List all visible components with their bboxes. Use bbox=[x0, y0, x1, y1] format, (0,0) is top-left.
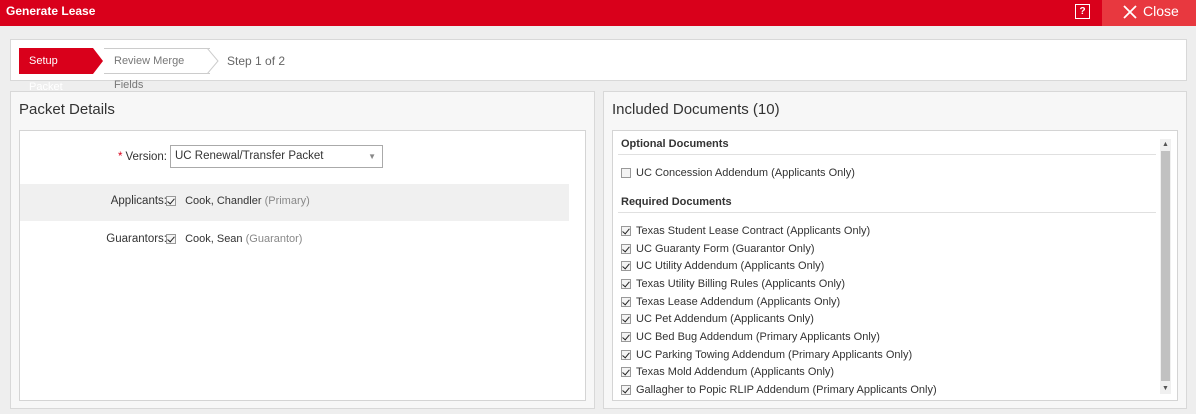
document-checkbox[interactable] bbox=[621, 332, 631, 343]
chevron-down-icon: ▼ bbox=[368, 152, 376, 161]
applicant-name: Cook, Chandler bbox=[185, 195, 262, 207]
step-arrow bbox=[93, 48, 103, 74]
step-counter: Step 1 of 2 bbox=[227, 54, 286, 68]
step-review-merge-fields[interactable]: Review Merge Fields bbox=[104, 48, 210, 91]
window-title: Generate Lease bbox=[6, 4, 96, 18]
document-item[interactable]: UC Parking Towing Addendum (Primary Appl… bbox=[621, 349, 912, 361]
document-label: Texas Student Lease Contract (Applicants… bbox=[636, 225, 871, 237]
document-label: Gallagher to Popic RLIP Addendum (Primar… bbox=[636, 384, 937, 396]
document-checkbox[interactable] bbox=[621, 226, 631, 237]
document-checkbox[interactable] bbox=[621, 279, 631, 290]
guarantors-label: Guarantors: bbox=[106, 233, 167, 245]
version-select[interactable]: UC Renewal/Transfer Packet ▼ bbox=[170, 145, 383, 168]
wizard-steps: Setup Packet Review Merge Fields Step 1 … bbox=[10, 39, 1187, 93]
packet-details-panel: Packet Details * Version: UC Renewal/Tran… bbox=[10, 91, 595, 409]
applicants-row: Applicants: Cook, Chandler (Primary) bbox=[20, 195, 585, 231]
version-label: * Version: bbox=[118, 151, 167, 163]
included-documents-panel: Included Documents (10) Optional Documen… bbox=[603, 91, 1187, 409]
document-item[interactable]: UC Pet Addendum (Applicants Only) bbox=[621, 313, 814, 325]
document-checkbox[interactable] bbox=[621, 385, 631, 396]
scroll-up-icon[interactable]: ▲ bbox=[1160, 139, 1171, 150]
document-item[interactable]: UC Guaranty Form (Guarantor Only) bbox=[621, 243, 815, 255]
document-item[interactable]: Gallagher to Popic RLIP Addendum (Primar… bbox=[621, 384, 937, 396]
applicants-label: Applicants: bbox=[110, 195, 167, 207]
close-button[interactable]: Close bbox=[1102, 0, 1196, 26]
document-label: UC Utility Addendum (Applicants Only) bbox=[636, 260, 825, 272]
packet-details-title: Packet Details bbox=[19, 101, 115, 118]
guarantor-name: Cook, Sean bbox=[185, 233, 243, 245]
required-marker: * bbox=[117, 151, 123, 163]
section-divider bbox=[618, 212, 1156, 213]
applicant-role: (Primary) bbox=[264, 195, 310, 207]
version-row: * Version: UC Renewal/Transfer Packet ▼ bbox=[20, 145, 585, 187]
title-bar: Generate Lease ? Close bbox=[0, 0, 1196, 26]
document-label: UC Guaranty Form (Guarantor Only) bbox=[636, 243, 815, 255]
step-chevron-icon bbox=[207, 48, 219, 74]
documents-scrollbar[interactable]: ▲ ▼ bbox=[1160, 139, 1171, 394]
version-select-value: UC Renewal/Transfer Packet bbox=[175, 150, 324, 162]
help-button[interactable]: ? bbox=[1075, 4, 1090, 19]
scroll-down-icon[interactable]: ▼ bbox=[1160, 383, 1171, 394]
document-item[interactable]: UC Utility Addendum (Applicants Only) bbox=[621, 260, 824, 272]
close-icon bbox=[1123, 5, 1137, 19]
document-label: Texas Mold Addendum (Applicants Only) bbox=[636, 366, 835, 378]
documents-list[interactable]: Optional Documents UC Concession Addendu… bbox=[612, 130, 1178, 401]
document-label: UC Pet Addendum (Applicants Only) bbox=[636, 313, 814, 325]
document-label: UC Bed Bug Addendum (Primary Applicants … bbox=[636, 331, 880, 343]
optional-documents-heading: Optional Documents bbox=[621, 138, 729, 150]
step-setup-packet[interactable]: Setup Packet bbox=[19, 48, 93, 93]
document-label: UC Parking Towing Addendum (Primary Appl… bbox=[636, 349, 913, 361]
guarantor-role: (Guarantor) bbox=[245, 233, 303, 245]
document-checkbox[interactable] bbox=[621, 314, 631, 325]
guarantor-checkbox[interactable] bbox=[166, 234, 176, 245]
document-item[interactable]: Texas Lease Addendum (Applicants Only) bbox=[621, 296, 840, 308]
applicant-item: Cook, Chandler (Primary) bbox=[166, 195, 310, 207]
document-label: Texas Utility Billing Rules (Applicants … bbox=[636, 278, 846, 290]
document-checkbox[interactable] bbox=[621, 168, 631, 179]
document-checkbox[interactable] bbox=[621, 261, 631, 272]
guarantor-item: Cook, Sean (Guarantor) bbox=[166, 233, 302, 245]
scroll-thumb[interactable] bbox=[1161, 151, 1170, 381]
document-label: UC Concession Addendum (Applicants Only) bbox=[636, 167, 855, 179]
document-item[interactable]: Texas Mold Addendum (Applicants Only) bbox=[621, 366, 834, 378]
document-checkbox[interactable] bbox=[621, 367, 631, 378]
included-documents-title: Included Documents (10) bbox=[612, 101, 780, 118]
document-item[interactable]: UC Bed Bug Addendum (Primary Applicants … bbox=[621, 331, 880, 343]
document-item[interactable]: Texas Student Lease Contract (Applicants… bbox=[621, 225, 870, 237]
applicant-checkbox[interactable] bbox=[166, 196, 176, 207]
guarantors-row: Guarantors: Cook, Sean (Guarantor) bbox=[20, 233, 585, 269]
document-label: Texas Lease Addendum (Applicants Only) bbox=[636, 296, 841, 308]
document-item[interactable]: UC Concession Addendum (Applicants Only) bbox=[621, 167, 855, 179]
required-documents-heading: Required Documents bbox=[621, 196, 732, 208]
packet-details-body: * Version: UC Renewal/Transfer Packet ▼ A… bbox=[19, 130, 586, 401]
document-checkbox[interactable] bbox=[621, 350, 631, 361]
document-checkbox[interactable] bbox=[621, 297, 631, 308]
section-divider bbox=[618, 154, 1156, 155]
document-checkbox[interactable] bbox=[621, 244, 631, 255]
document-item[interactable]: Texas Utility Billing Rules (Applicants … bbox=[621, 278, 845, 290]
version-label-text: Version: bbox=[125, 151, 167, 163]
close-label: Close bbox=[1143, 3, 1179, 19]
